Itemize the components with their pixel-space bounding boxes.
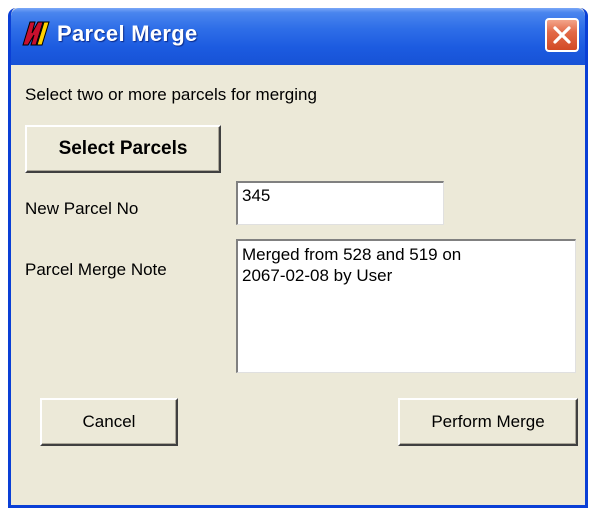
select-parcels-button[interactable]: Select Parcels [25, 125, 221, 173]
app-logo-icon [21, 19, 51, 47]
new-parcel-no-label: New Parcel No [25, 199, 139, 218]
instruction-text: Select two or more parcels for merging [25, 85, 317, 104]
close-button[interactable] [545, 18, 579, 52]
dialog-body: Select two or more parcels for merging S… [11, 65, 585, 505]
parcel-merge-note-textarea[interactable]: Merged from 528 and 519 on 2067-02-08 by… [236, 239, 576, 373]
parcel-merge-note-label: Parcel Merge Note [25, 260, 167, 279]
cancel-button[interactable]: Cancel [40, 398, 178, 446]
title-bar[interactable]: Parcel Merge [11, 8, 585, 65]
perform-merge-button[interactable]: Perform Merge [398, 398, 578, 446]
close-icon [553, 26, 571, 44]
window-title: Parcel Merge [57, 21, 198, 46]
new-parcel-no-input[interactable]: 345 [236, 181, 444, 225]
parcel-merge-dialog: Parcel Merge Select two or more parcels … [8, 8, 588, 508]
